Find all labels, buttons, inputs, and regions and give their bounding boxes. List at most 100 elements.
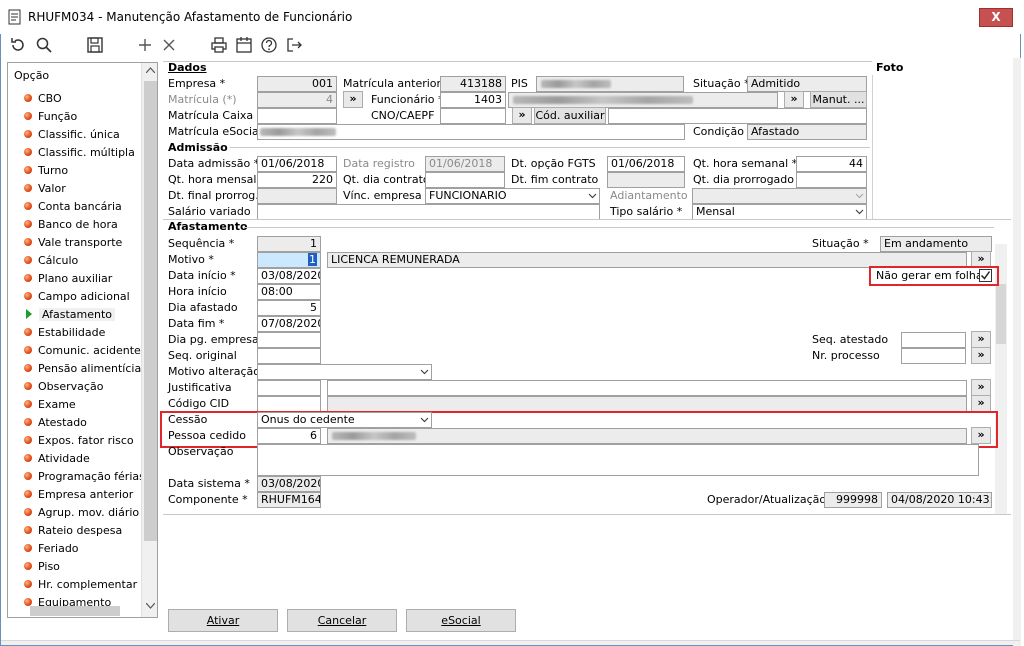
- chevron-down-icon: [855, 193, 864, 199]
- sidebar-item[interactable]: Exame: [24, 395, 76, 413]
- data-admissao-field[interactable]: 01/06/2018: [257, 156, 337, 172]
- pessoa-cedido-lookup-button[interactable]: »: [971, 427, 991, 444]
- ativar-button[interactable]: Ativar: [168, 609, 278, 632]
- add-icon[interactable]: [136, 36, 154, 54]
- funcionario-lookup-button[interactable]: »: [784, 91, 804, 108]
- tipo-salario-select[interactable]: Mensal: [692, 204, 867, 220]
- scroll-down-icon[interactable]: [146, 603, 155, 609]
- seq-atestado-field[interactable]: [901, 332, 966, 348]
- vinc-empresa-select[interactable]: FUNCIONARIO: [425, 188, 600, 204]
- refresh-icon[interactable]: [9, 36, 27, 54]
- pessoa-cedido-field[interactable]: 6: [257, 428, 321, 444]
- exit-icon[interactable]: [285, 36, 303, 54]
- calendar-icon[interactable]: [235, 36, 253, 54]
- matricula-label: Matrícula (*): [168, 93, 237, 106]
- sidebar-item[interactable]: Cálculo: [24, 251, 78, 269]
- situacao-field[interactable]: Admitido: [747, 76, 867, 92]
- salario-variado-field[interactable]: [257, 204, 600, 220]
- manut-button[interactable]: Manut. ...: [810, 91, 867, 108]
- matricula-anterior-field[interactable]: 413188: [440, 76, 506, 92]
- condicao-field[interactable]: Afastado: [747, 124, 867, 140]
- sidebar-item[interactable]: Turno: [24, 161, 68, 179]
- dia-pg-empresa-field[interactable]: [257, 332, 321, 348]
- sidebar-hscroll-thumb[interactable]: [30, 606, 120, 616]
- qt-hora-mensal-field[interactable]: 220: [257, 172, 337, 188]
- nao-gerar-folha-checkbox[interactable]: [979, 269, 992, 282]
- seq-atestado-lookup-button[interactable]: »: [971, 331, 991, 348]
- matricula-field[interactable]: 4: [257, 92, 337, 108]
- matricula-lookup-button[interactable]: »: [343, 91, 363, 108]
- sidebar-item[interactable]: Comunic. acidente: [24, 341, 141, 359]
- afastamento-scroll-thumb[interactable]: [996, 284, 1006, 344]
- sidebar-item-label: Empresa anterior: [38, 487, 134, 501]
- help-icon[interactable]: [260, 36, 278, 54]
- save-icon[interactable]: [86, 36, 104, 54]
- nr-processo-field[interactable]: [901, 348, 966, 364]
- cancelar-button[interactable]: Cancelar: [287, 609, 397, 632]
- cod-auxiliar-button[interactable]: Cód. auxiliar: [534, 107, 606, 124]
- sidebar-item[interactable]: Atividade: [24, 449, 90, 467]
- sidebar-item[interactable]: Expos. fator risco: [24, 431, 134, 449]
- sidebar-item[interactable]: Valor: [24, 179, 66, 197]
- motivo-alteracao-select[interactable]: [257, 364, 432, 380]
- sidebar-item[interactable]: CBO: [24, 89, 62, 107]
- sidebar-item[interactable]: Hr. complementar: [24, 575, 137, 593]
- nr-processo-lookup-button[interactable]: »: [971, 347, 991, 364]
- codigo-cid-lookup-button[interactable]: »: [971, 395, 991, 412]
- qt-dia-contrato-field[interactable]: [425, 172, 505, 188]
- sidebar-scroll-thumb[interactable]: [144, 81, 157, 541]
- seq-original-field[interactable]: [257, 348, 321, 364]
- sidebar-item[interactable]: Classific. única: [24, 125, 120, 143]
- sidebar-item[interactable]: Agrup. mov. diário: [24, 503, 139, 521]
- sidebar-item[interactable]: Atestado: [24, 413, 87, 431]
- qt-dia-prorrogado-field[interactable]: [796, 172, 867, 188]
- sidebar-item[interactable]: Campo adicional: [24, 287, 130, 305]
- motivo-field[interactable]: 1: [257, 252, 321, 268]
- sidebar-item[interactable]: Estabilidade: [24, 323, 105, 341]
- hora-inicio-field[interactable]: 08:00: [257, 284, 321, 300]
- empresa-field[interactable]: 001: [257, 76, 337, 92]
- sidebar-item[interactable]: Programação férias: [24, 467, 145, 485]
- sidebar-item[interactable]: Observação: [24, 377, 103, 395]
- sidebar-item[interactable]: Piso: [24, 557, 60, 575]
- scroll-up-icon[interactable]: [146, 67, 155, 73]
- cno-field[interactable]: [440, 108, 506, 124]
- operador-label: Operador/Atualização: [707, 493, 827, 506]
- qt-hora-semanal-field[interactable]: 44: [796, 156, 867, 172]
- close-button[interactable]: X: [979, 8, 1013, 27]
- cessao-select[interactable]: Onus do cedente: [257, 412, 432, 428]
- justificativa-field[interactable]: [257, 380, 321, 396]
- data-inicio-field[interactable]: 03/08/2020: [257, 268, 321, 284]
- dt-opcao-fgts-field[interactable]: 01/06/2018: [607, 156, 685, 172]
- delete-icon[interactable]: [160, 36, 178, 54]
- pessoa-cedido-label: Pessoa cedido: [168, 429, 247, 442]
- cno-lookup-button[interactable]: »: [512, 107, 532, 124]
- matricula-esocial-field[interactable]: [257, 124, 685, 140]
- observacao-textarea[interactable]: [257, 444, 979, 476]
- esocial-button[interactable]: eSocial: [406, 609, 516, 632]
- funcionario-field[interactable]: 1403: [440, 92, 506, 108]
- sidebar-item[interactable]: Conta bancária: [24, 197, 122, 215]
- print-icon[interactable]: [210, 36, 228, 54]
- matricula-caixa-field[interactable]: [257, 108, 337, 124]
- cod-auxiliar-field[interactable]: [608, 108, 867, 124]
- data-fim-field[interactable]: 07/08/2020: [257, 316, 321, 332]
- sidebar-item[interactable]: Empresa anterior: [24, 485, 133, 503]
- pessoa-cedido-desc-field: [327, 428, 967, 444]
- sidebar-item[interactable]: Plano auxiliar: [24, 269, 112, 287]
- sidebar-item[interactable]: Feriado: [24, 539, 79, 557]
- afastamento-title: Afastamento: [168, 220, 248, 233]
- sidebar-item[interactable]: Banco de hora: [24, 215, 118, 233]
- sidebar-item[interactable]: Rateio despesa: [24, 521, 122, 539]
- pis-field[interactable]: [536, 76, 684, 92]
- sidebar-scrollbar[interactable]: [141, 63, 157, 617]
- sidebar-item[interactable]: Pensão alimentícia: [24, 359, 141, 377]
- sidebar-item[interactable]: Afastamento: [24, 305, 116, 323]
- dia-afastado-field[interactable]: 5: [257, 300, 321, 316]
- codigo-cid-field[interactable]: [257, 396, 321, 412]
- sidebar-item[interactable]: Classific. múltipla: [24, 143, 135, 161]
- justificativa-lookup-button[interactable]: »: [971, 379, 991, 396]
- search-icon[interactable]: [35, 36, 53, 54]
- sidebar-item[interactable]: Função: [24, 107, 77, 125]
- sidebar-item[interactable]: Vale transporte: [24, 233, 122, 251]
